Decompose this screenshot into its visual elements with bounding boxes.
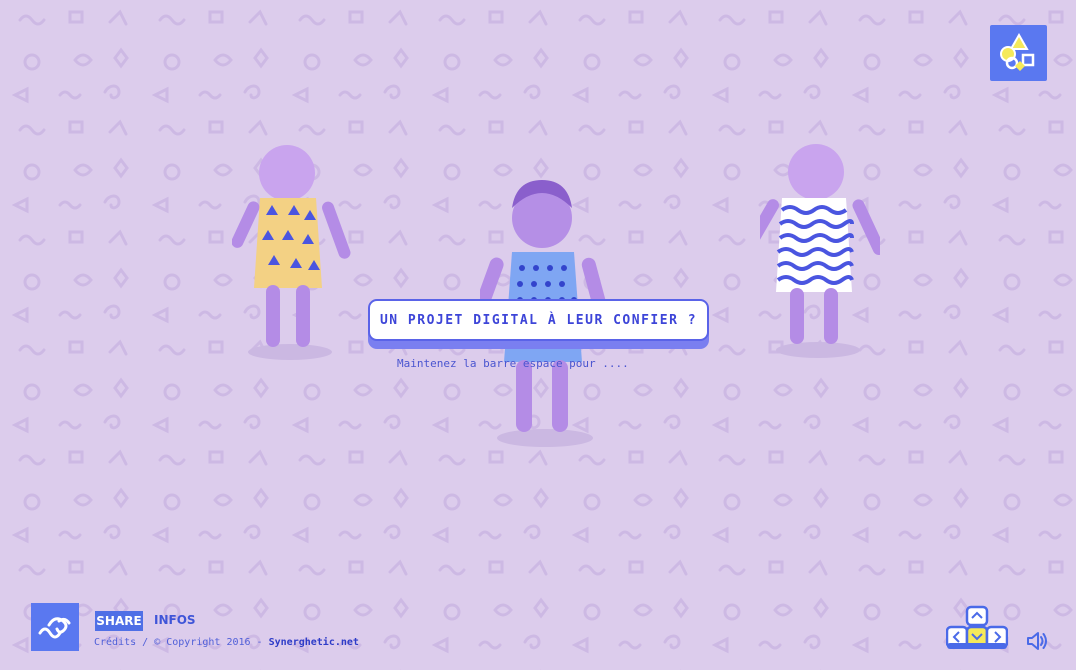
spacebar-hint: Maintenez la barre espace pour .... xyxy=(397,357,629,370)
share-button[interactable]: SHARE xyxy=(95,611,143,631)
credits-text: Crédits / © Copyright 2016 - Synerghetic… xyxy=(94,637,359,648)
cta-container: UN PROJET DIGITAL À LEUR CONFIER ? xyxy=(368,299,709,351)
project-cta-button[interactable]: UN PROJET DIGITAL À LEUR CONFIER ? xyxy=(368,299,709,341)
brand-logo-bottom[interactable] xyxy=(31,603,79,651)
infos-button[interactable]: INFOS xyxy=(154,613,196,627)
shapes-logo-icon xyxy=(1000,32,1035,71)
credits-prefix: Crédits / © Copyright 2016 - xyxy=(94,637,269,648)
baby-right-illustration xyxy=(760,144,880,358)
arrow-keys-icon xyxy=(946,605,1008,649)
speaker-icon[interactable] xyxy=(1026,630,1048,652)
credits-site-link[interactable]: Synerghetic.net xyxy=(269,637,359,648)
baby-left-illustration xyxy=(232,145,351,360)
wave-logo-icon xyxy=(38,617,71,639)
brand-logo-top[interactable] xyxy=(990,25,1047,81)
